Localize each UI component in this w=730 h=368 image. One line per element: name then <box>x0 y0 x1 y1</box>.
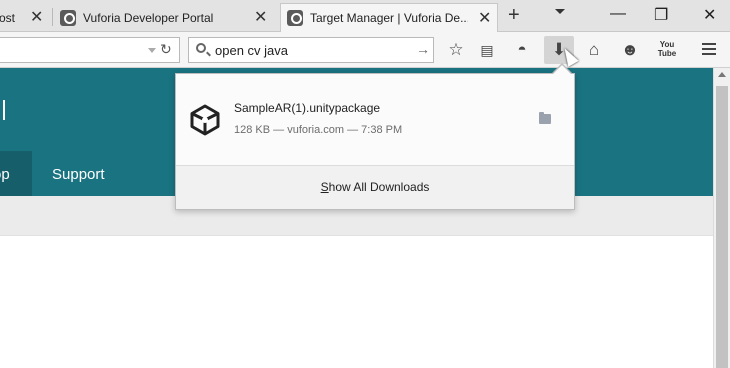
search-go-icon[interactable]: → <box>416 41 430 57</box>
scroll-up-icon[interactable] <box>718 72 726 77</box>
unity-icon <box>190 104 220 136</box>
tab-label: Target Manager | Vuforia De... <box>310 11 468 25</box>
download-filename: SampleAR(1).unitypackage <box>234 101 381 115</box>
menu-icon[interactable] <box>702 43 716 58</box>
logo-fragment <box>3 100 5 120</box>
folder-icon[interactable] <box>539 112 551 124</box>
tab-separator <box>52 8 53 26</box>
download-meta: 128 KB — vuforia.com — 7:38 PM <box>234 124 403 136</box>
tab-partial[interactable]: ost ✕ <box>0 3 51 32</box>
close-icon[interactable]: ✕ <box>254 7 267 27</box>
close-icon[interactable]: ✕ <box>478 8 491 28</box>
downloads-panel: SampleAR(1).unitypackage 128 KB — vufori… <box>175 73 575 210</box>
nav-item-active[interactable]: op <box>0 151 32 196</box>
show-all-downloads-button[interactable]: Show All Downloads <box>176 166 574 209</box>
search-icon <box>196 43 206 53</box>
smiley-icon[interactable]: ☻ <box>619 41 641 59</box>
restore-icon[interactable]: ❐ <box>654 5 668 25</box>
download-item[interactable]: SampleAR(1).unitypackage 128 KB — vufori… <box>176 74 574 165</box>
vuforia-icon <box>287 10 303 26</box>
scrollbar-thumb[interactable] <box>716 86 728 368</box>
show-all-downloads-label: Show All Downloads <box>320 180 430 194</box>
history-dropdown-icon[interactable] <box>148 48 156 53</box>
close-icon[interactable]: ✕ <box>30 7 43 27</box>
vuforia-icon <box>60 9 76 26</box>
search-bar[interactable]: open cv java → <box>188 37 434 63</box>
tab-vuforia-developer-portal[interactable]: Vuforia Developer Portal ✕ <box>60 3 275 32</box>
new-tab-icon[interactable]: + <box>508 4 520 27</box>
youtube-icon[interactable]: You Tube <box>657 40 677 58</box>
pocket-icon[interactable]: ◓ <box>511 41 533 59</box>
minimize-icon[interactable]: — <box>610 5 626 23</box>
search-input[interactable]: open cv java <box>215 43 288 58</box>
nav-item-label: op <box>0 166 10 183</box>
reading-list-icon[interactable]: ▤ <box>476 41 498 59</box>
tab-target-manager[interactable]: Target Manager | Vuforia De... ✕ <box>280 3 498 32</box>
tab-strip: ost ✕ Vuforia Developer Portal ✕ Target … <box>0 0 730 32</box>
home-icon[interactable]: ⌂ <box>583 41 605 59</box>
window-close-icon[interactable]: ✕ <box>703 5 716 25</box>
scrollbar[interactable] <box>713 68 730 368</box>
navigation-toolbar: ↻ open cv java → ☆ ▤ ◓ ⬇ ⌂ ☻ You Tube <box>0 32 730 68</box>
reload-icon[interactable]: ↻ <box>160 41 172 58</box>
list-all-tabs-icon[interactable] <box>555 9 565 14</box>
url-bar[interactable]: ↻ <box>0 37 180 63</box>
nav-item-support[interactable]: Support <box>52 166 105 183</box>
tab-label: Vuforia Developer Portal <box>83 10 214 25</box>
star-icon[interactable]: ☆ <box>445 41 467 59</box>
tab-label: ost <box>0 10 16 25</box>
